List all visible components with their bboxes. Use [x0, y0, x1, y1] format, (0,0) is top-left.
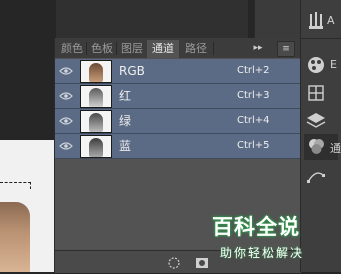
styles-icon	[308, 57, 324, 73]
channel-thumbnail	[80, 60, 112, 83]
channel-row-green[interactable]: 绿 Ctrl+4	[55, 109, 301, 134]
channel-row-blue[interactable]: 蓝 Ctrl+5	[55, 134, 301, 159]
character-icon: A	[327, 14, 335, 27]
character-button[interactable]: A	[325, 8, 339, 34]
document-canvas[interactable]	[0, 0, 56, 272]
selection-marquee	[0, 182, 31, 189]
eye-icon[interactable]	[55, 134, 77, 158]
tab-divider	[213, 42, 214, 55]
channel-row-red[interactable]: 红 Ctrl+3	[55, 84, 301, 109]
load-selection-icon[interactable]	[167, 255, 181, 269]
styles-button[interactable]: E	[304, 52, 338, 78]
portrait-photo	[0, 202, 30, 272]
channels-icon	[309, 139, 324, 154]
channel-row-rgb[interactable]: RGB Ctrl+2	[55, 59, 301, 84]
channels-label: 通	[330, 142, 341, 155]
tab-color[interactable]: 颜色	[58, 40, 86, 58]
channel-shortcut: Ctrl+2	[237, 65, 270, 76]
channel-thumbnail	[80, 85, 112, 108]
channel-name: 绿	[119, 114, 132, 128]
panel-tab-bar: 颜色 色板 图层 通道 路径 ▸▸ ≡	[55, 38, 301, 58]
eye-icon[interactable]	[55, 59, 77, 83]
eye-icon[interactable]	[55, 84, 77, 108]
channel-thumbnail	[80, 110, 112, 133]
tab-layers[interactable]: 图层	[118, 40, 146, 58]
channel-name: 红	[119, 89, 132, 103]
paths-icon	[307, 172, 325, 183]
channel-thumbnail	[80, 135, 112, 158]
dock-divider	[301, 38, 341, 39]
brush-panel-strip	[254, 0, 301, 38]
channels-panel-button[interactable]: 通	[304, 134, 341, 160]
layers-panel-button[interactable]	[304, 108, 338, 134]
tab-divider	[116, 42, 117, 55]
paths-panel-button[interactable]	[304, 164, 338, 190]
tab-paths[interactable]: 路径	[181, 40, 211, 58]
watermark-title: 百科全说	[212, 215, 300, 239]
tab-swatches[interactable]: 色板	[88, 40, 116, 58]
layers-icon	[306, 113, 326, 128]
collapse-panel-button[interactable]: ▸▸	[251, 41, 265, 55]
grid-icon	[308, 85, 324, 101]
eye-icon[interactable]	[55, 109, 77, 133]
tab-channels[interactable]: 通道	[147, 40, 179, 58]
watermark-subtitle: 助你轻松解决	[220, 246, 305, 260]
styles-label: E	[330, 58, 337, 71]
channel-shortcut: Ctrl+4	[237, 115, 270, 126]
channel-shortcut: Ctrl+5	[237, 140, 270, 151]
panel-menu-button[interactable]: ≡	[277, 41, 295, 57]
watermark: 百科全说 助你轻松解决	[204, 208, 338, 270]
channel-name: RGB	[119, 64, 145, 78]
grid-panel-button[interactable]	[304, 80, 338, 106]
tab-divider	[86, 42, 87, 55]
channel-shortcut: Ctrl+3	[237, 90, 270, 101]
channel-name: 蓝	[119, 139, 132, 153]
